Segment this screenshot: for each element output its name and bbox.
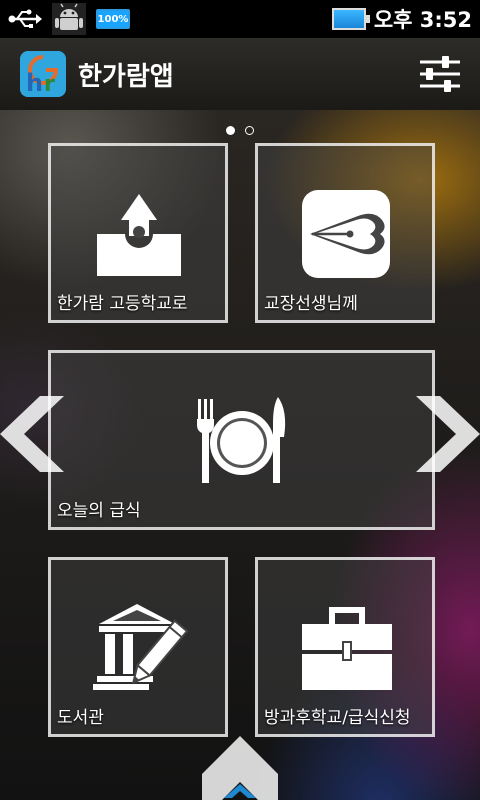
android-debug-icon [52,3,86,35]
page-dot-active [226,126,236,135]
tile-meal-label: 오늘의 급식 [57,501,141,521]
battery-small-icon: 100% [96,9,130,29]
fork-plate-knife-icon [197,397,286,483]
library-pencil-icon [93,604,189,690]
status-time: 오후 3:52 [373,8,472,32]
app-logo-icon: h r [20,51,66,97]
briefcase-icon [302,607,392,690]
sliders-icon[interactable] [418,54,462,94]
page-dot [244,126,254,135]
app-bar: h r 한가람앱 [0,38,480,110]
battery-badge-text: 100% [97,13,129,25]
tile-principal[interactable]: 교장선생님께 [255,143,435,323]
school-building-icon [97,194,181,276]
tile-library-label: 도서관 [57,708,104,728]
status-notifications: 100% [0,3,130,35]
tile-meal[interactable]: 오늘의 급식 [48,350,435,530]
tile-afterschool[interactable]: 방과후학교/급식신청 [255,557,435,737]
page-indicator [0,120,480,139]
svg-text:h: h [26,69,43,97]
status-bar: 100% 오후 3:52 [0,0,480,38]
svg-text:r: r [44,72,55,97]
chevron-up-icon[interactable] [202,736,278,800]
chevron-left-icon[interactable] [0,396,64,472]
usb-icon [8,9,42,28]
tile-school[interactable]: 한가람 고등학교로 [48,143,228,323]
tile-library[interactable]: 도서관 [48,557,228,737]
chevron-right-icon[interactable] [416,396,480,472]
battery-icon [331,8,370,30]
tile-principal-label: 교장선생님께 [264,294,358,314]
tile-afterschool-label: 방과후학교/급식신청 [264,708,411,728]
app-title: 한가람앱 [78,61,174,92]
fountain-pen-icon [302,190,390,278]
tile-school-label: 한가람 고등학교로 [57,294,188,314]
